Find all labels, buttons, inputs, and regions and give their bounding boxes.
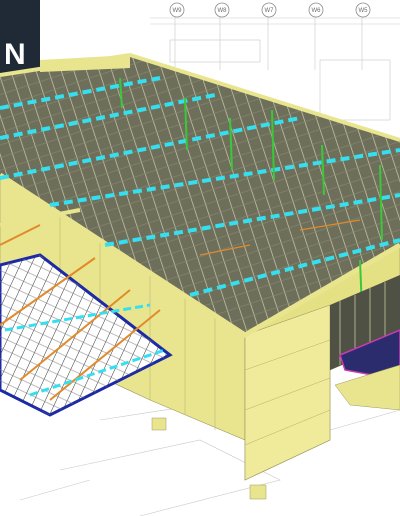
logo-line1: N: [4, 38, 26, 71]
grid-labels: W9 W8 W7 W6 W5: [169, 2, 371, 18]
footing: [151, 417, 167, 431]
grid-label: W6: [312, 8, 322, 14]
grid-label: W8: [218, 8, 228, 14]
viewport: W9 W8 W7 W6 W5 N T: [0, 0, 400, 516]
corner-block: [244, 304, 331, 481]
footing: [249, 484, 267, 500]
grid-label: W9: [173, 8, 183, 14]
grid-label: W5: [359, 8, 369, 14]
model-canvas: W9 W8 W7 W6 W5 N T: [0, 0, 400, 516]
grid-label: W7: [265, 8, 275, 14]
